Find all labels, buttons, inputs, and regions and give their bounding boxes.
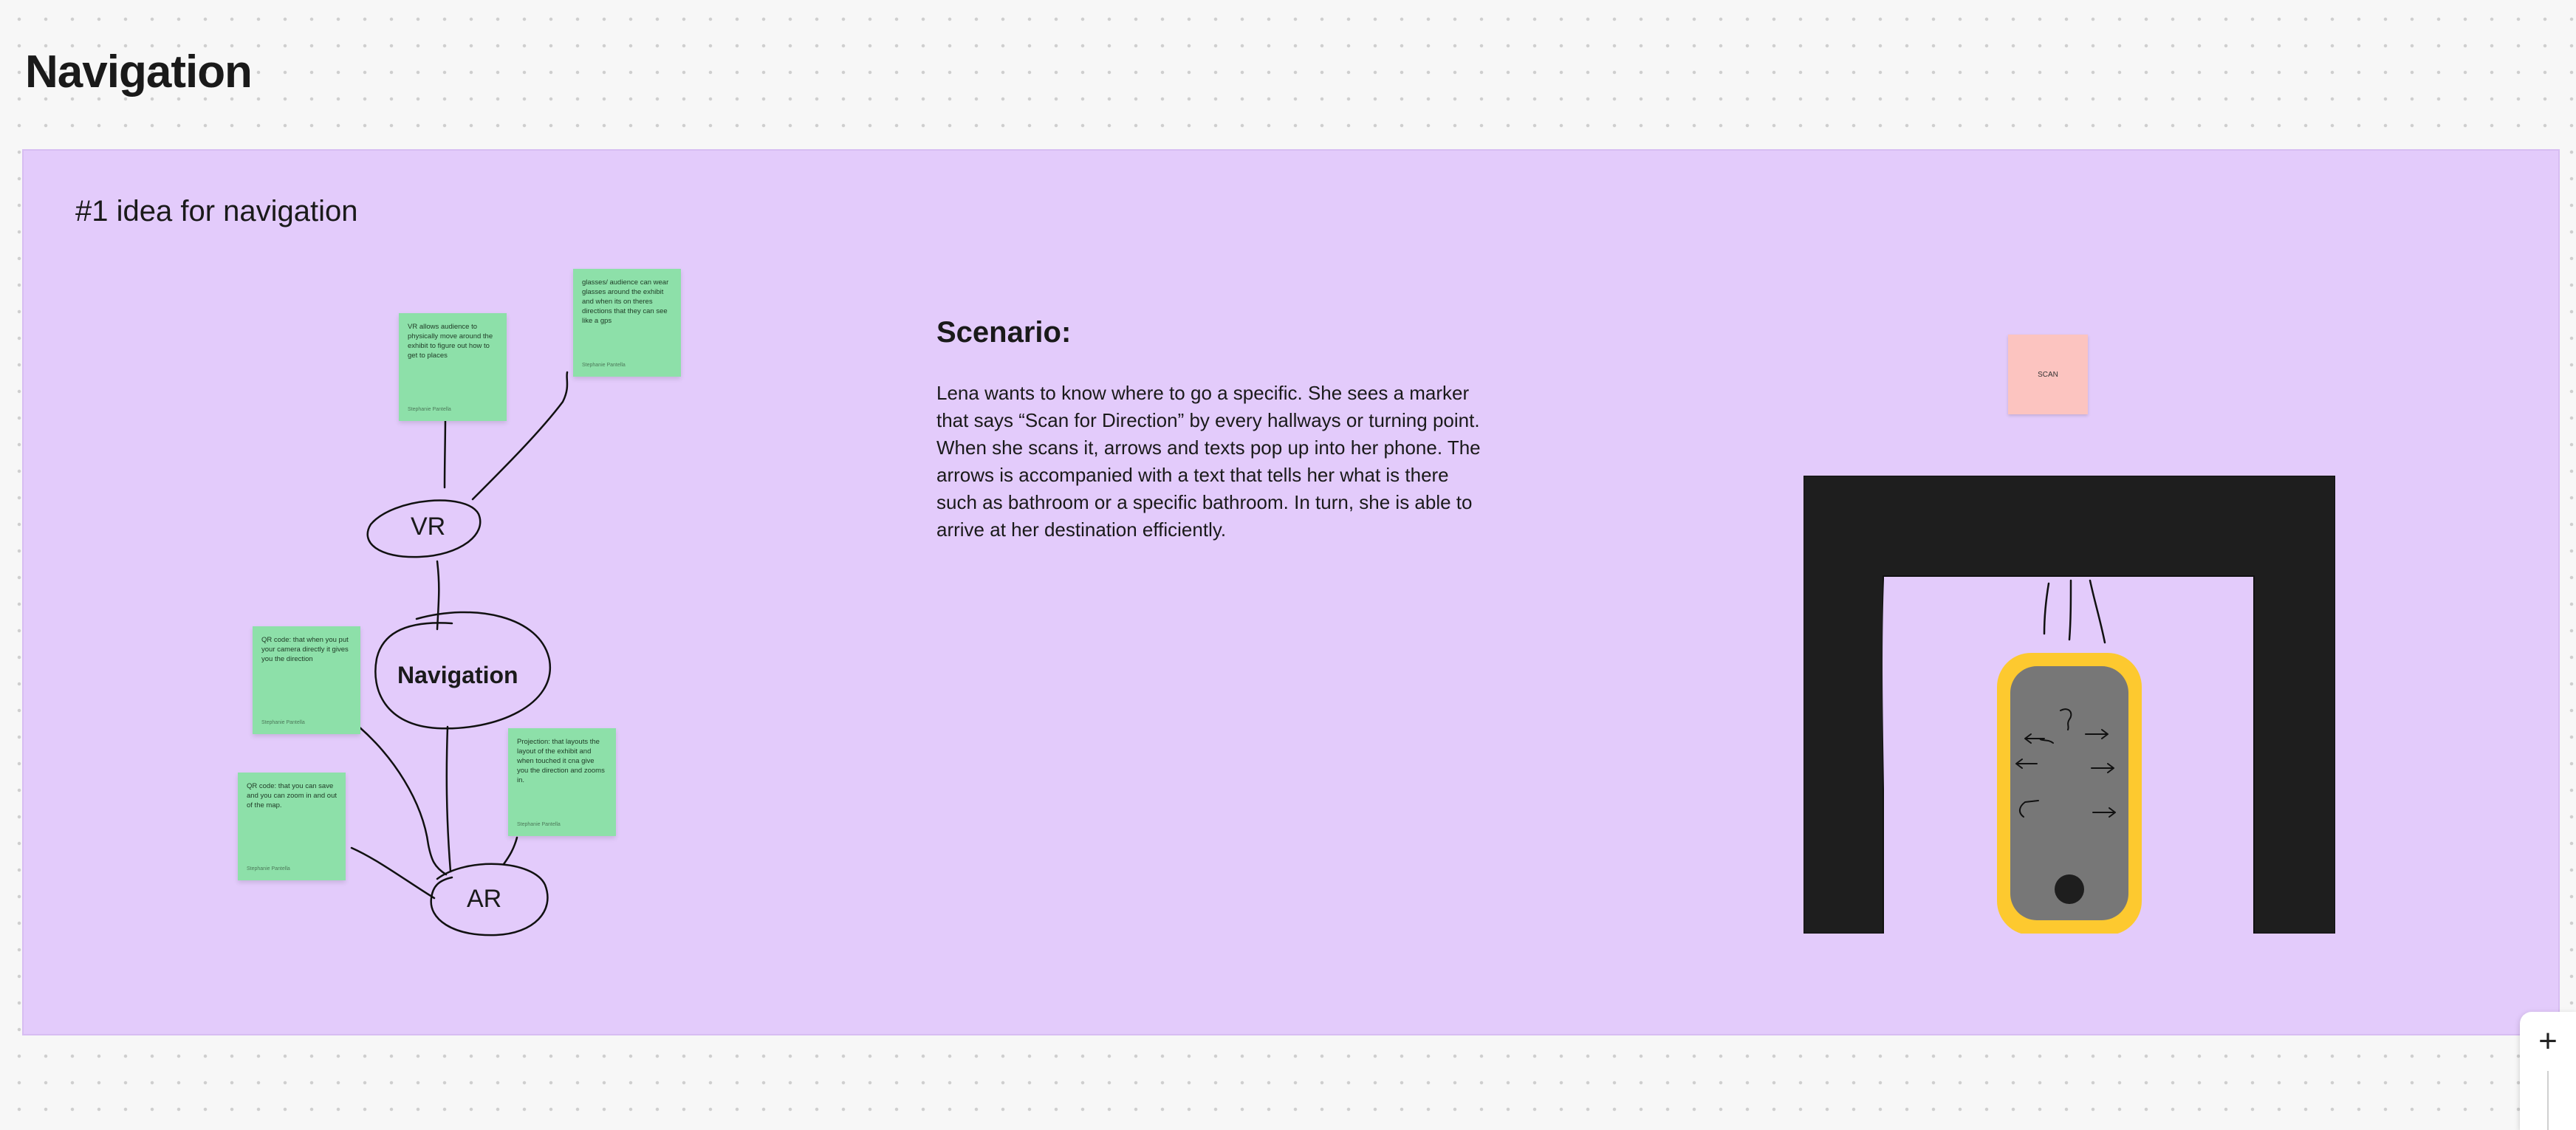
sticky-note-vr[interactable]: VR allows audience to physically move ar…	[399, 313, 507, 421]
sticky-note-glasses[interactable]: glasses/ audience can wear glasses aroun…	[573, 269, 681, 377]
sticky-note-text: VR allows audience to physically move ar…	[408, 323, 493, 360]
connector-qr2-ar	[350, 846, 436, 900]
zoom-divider	[2547, 1071, 2549, 1130]
ar-node-label: AR	[467, 885, 502, 913]
sticky-note-author: Stephanie Pantella	[582, 363, 626, 368]
sticky-note-text: Projection: that layouts the layout of t…	[517, 738, 605, 784]
connector-projection-ar	[502, 836, 518, 866]
sticky-note-author: Stephanie Pantella	[247, 866, 290, 872]
zoom-in-button[interactable]: +	[2520, 1019, 2576, 1064]
navigation-node-label: Navigation	[397, 662, 518, 688]
sticky-note-author: Stephanie Pantella	[261, 720, 305, 725]
sticky-note-qr-code-map[interactable]: QR code: that you can save and you can z…	[238, 773, 346, 880]
scenario-heading: Scenario:	[936, 316, 1072, 349]
connector-qr-ar	[357, 725, 448, 876]
zoom-controls: +	[2520, 1012, 2576, 1130]
scenario-body: Lena wants to know where to go a specifi…	[936, 382, 1481, 541]
sticky-note-projection[interactable]: Projection: that layouts the layout of t…	[508, 728, 616, 836]
navigation-section[interactable]: #1 idea for navigation VR Navigation AR …	[22, 149, 2560, 1035]
vr-node-label: VR	[411, 513, 446, 541]
page-title: Navigation	[25, 47, 253, 97]
doorway-phone-illustration	[1803, 476, 2335, 934]
connector-nav-ar	[445, 725, 452, 873]
sticky-note-text: glasses/ audience can wear glasses aroun…	[582, 278, 669, 325]
sticky-note-text: QR code: that you can save and you can z…	[247, 782, 338, 809]
sticky-note-author: Stephanie Pantella	[517, 822, 561, 827]
scan-label: SCAN	[2038, 370, 2058, 379]
connector-nav-vr	[436, 560, 440, 631]
sticky-note-author: Stephanie Pantella	[408, 407, 451, 412]
sticky-note-qr-code[interactable]: QR code: that when you put your camera d…	[253, 626, 360, 734]
scan-marker-sticker[interactable]: SCAN	[2008, 335, 2088, 414]
sticky-note-text: QR code: that when you put your camera d…	[261, 636, 349, 663]
home-button	[2055, 874, 2084, 904]
